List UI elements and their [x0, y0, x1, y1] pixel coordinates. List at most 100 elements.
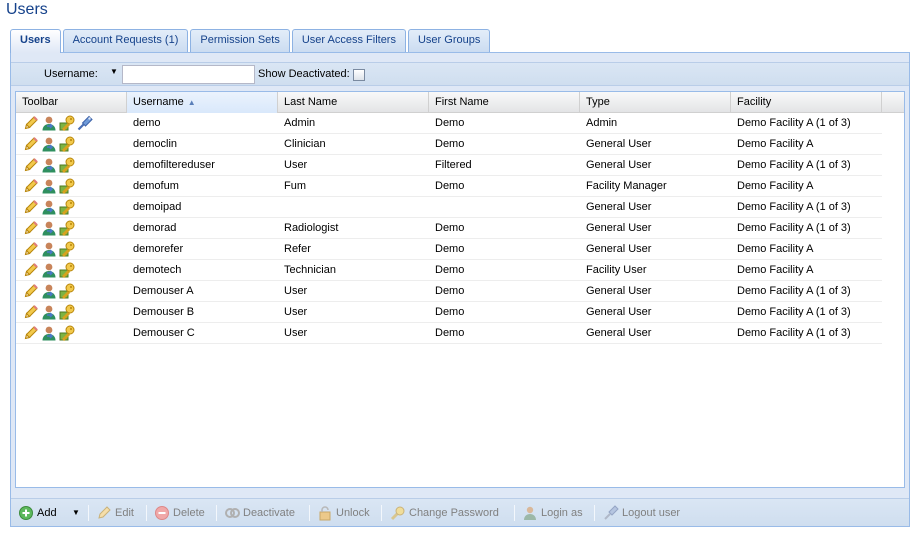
change-password-icon[interactable]: [59, 136, 75, 153]
change-password-icon[interactable]: [59, 199, 75, 216]
login-as-button[interactable]: Login as: [521, 504, 583, 522]
show-deactivated-checkbox[interactable]: [353, 69, 365, 81]
table-row[interactable]: demorefer Refer Demo General User Demo Facil…: [16, 239, 882, 260]
table-row[interactable]: demoipad General User Demo Facility A (1 o…: [16, 197, 882, 218]
login-as-icon[interactable]: [41, 136, 57, 152]
first-name-cell: Demo: [435, 285, 465, 297]
login-as-icon[interactable]: [41, 220, 57, 236]
login-as-icon[interactable]: [41, 178, 57, 194]
table-row[interactable]: Demouser C User Demo General User Demo Facil…: [16, 323, 882, 344]
logout-icon: [604, 505, 619, 520]
edit-icon[interactable]: [23, 157, 39, 173]
login-as-icon[interactable]: [41, 283, 57, 299]
table-row[interactable]: demofum Fum Demo Facility Manager Demo Facil…: [16, 176, 882, 197]
username-cell: demo: [133, 117, 161, 129]
tab-permission-sets[interactable]: Permission Sets: [190, 29, 290, 52]
edit-icon[interactable]: [23, 115, 39, 131]
change-password-icon[interactable]: [59, 283, 75, 300]
change-password-icon[interactable]: [59, 157, 75, 174]
login-as-icon[interactable]: [41, 115, 57, 131]
column-header-label: Facility: [737, 96, 772, 108]
user-icon: [524, 506, 536, 520]
column-header-username[interactable]: Username ▲: [127, 92, 278, 113]
table-row[interactable]: demorad Radiologist Demo General User Demo F…: [16, 218, 882, 239]
last-name-cell: Radiologist: [284, 222, 339, 234]
users-grid: Toolbar Username ▲ Last Name First Name T…: [15, 91, 905, 488]
table-row[interactable]: democlin Clinician Demo General User Demo Fa…: [16, 134, 882, 155]
add-icon: [19, 506, 33, 520]
login-as-icon[interactable]: [41, 241, 57, 257]
change-password-icon[interactable]: [59, 262, 75, 279]
column-header-first-name[interactable]: First Name: [429, 92, 580, 113]
tab-account-requests[interactable]: Account Requests (1): [62, 29, 189, 52]
tab-user-groups[interactable]: User Groups: [407, 29, 491, 52]
edit-icon[interactable]: [23, 178, 39, 194]
logout-user-button[interactable]: Logout user: [602, 504, 680, 522]
edit-icon[interactable]: [23, 220, 39, 236]
toolbar-separator: [381, 505, 382, 521]
login-as-icon[interactable]: [41, 157, 57, 173]
key-icon: [390, 506, 405, 521]
change-password-icon[interactable]: [59, 241, 75, 258]
tab-user-access-filters[interactable]: User Access Filters: [291, 29, 406, 52]
last-name-cell: Fum: [284, 180, 306, 192]
logout-user-button-label: Logout user: [622, 507, 681, 519]
table-row[interactable]: demotech Technician Demo Facility User Demo …: [16, 260, 882, 281]
edit-icon[interactable]: [23, 199, 39, 215]
unlock-button[interactable]: Unlock: [316, 504, 370, 522]
sort-ascending-icon: ▲: [187, 98, 196, 107]
last-name-cell: User: [284, 306, 308, 318]
column-header-facility[interactable]: Facility: [731, 92, 882, 113]
toolbar-separator: [309, 505, 310, 521]
edit-icon[interactable]: [23, 325, 39, 341]
tab-users[interactable]: Users: [10, 29, 61, 53]
username-cell: Demouser A: [133, 285, 194, 297]
edit-button[interactable]: Edit: [95, 504, 134, 522]
username-cell: demorad: [133, 222, 177, 234]
column-header-label: Last Name: [284, 96, 338, 108]
column-header-last-name[interactable]: Last Name: [278, 92, 429, 113]
facility-cell: Demo Facility A (1 of 3): [737, 306, 851, 318]
users-panel: Username: ▼ Show Deactivated: Toolbar Us…: [10, 52, 910, 527]
table-row[interactable]: Demouser A User Demo General User Demo Facil…: [16, 281, 882, 302]
login-as-icon[interactable]: [41, 199, 57, 215]
column-header-label: Username: [133, 96, 184, 108]
username-cell: demotech: [133, 264, 182, 276]
edit-icon[interactable]: [23, 241, 39, 257]
type-cell: General User: [586, 306, 652, 318]
change-password-icon[interactable]: [59, 325, 75, 342]
edit-icon[interactable]: [23, 283, 39, 299]
username-filter-dropdown-icon[interactable]: ▼: [110, 67, 118, 76]
change-password-button[interactable]: Change Password: [389, 504, 499, 522]
type-cell: Facility User: [586, 264, 647, 276]
edit-icon[interactable]: [23, 262, 39, 278]
add-dropdown-icon[interactable]: ▼: [72, 504, 80, 522]
change-password-icon[interactable]: [59, 115, 75, 132]
login-as-icon[interactable]: [41, 325, 57, 341]
first-name-cell: [429, 197, 435, 218]
login-as-icon[interactable]: [41, 262, 57, 278]
change-password-icon[interactable]: [59, 304, 75, 321]
username-cell: Demouser C: [133, 327, 195, 339]
edit-icon[interactable]: [23, 304, 39, 320]
toolbar-separator: [146, 505, 147, 521]
table-row[interactable]: Demouser B User Demo General User Demo Facil…: [16, 302, 882, 323]
edit-icon[interactable]: [23, 136, 39, 152]
column-header-toolbar[interactable]: Toolbar: [16, 92, 127, 113]
first-name-cell: Filtered: [435, 159, 472, 171]
logout-user-icon[interactable]: [77, 115, 93, 131]
table-row[interactable]: demofiltereduser User Filtered General User…: [16, 155, 882, 176]
login-as-icon[interactable]: [41, 304, 57, 320]
username-filter-input[interactable]: [122, 65, 255, 84]
username-cell: demoipad: [133, 201, 182, 213]
change-password-icon[interactable]: [59, 178, 75, 195]
delete-button[interactable]: Delete: [153, 504, 205, 522]
deactivate-button[interactable]: Deactivate: [223, 504, 295, 522]
type-cell: General User: [586, 159, 652, 171]
change-password-icon[interactable]: [59, 220, 75, 237]
add-button[interactable]: Add: [17, 504, 57, 522]
first-name-cell: Demo: [435, 264, 465, 276]
column-header-type[interactable]: Type: [580, 92, 731, 113]
table-row[interactable]: demo Admin Demo Admin Demo Facility A (1 of …: [16, 113, 882, 134]
facility-cell: Demo Facility A: [737, 243, 814, 255]
